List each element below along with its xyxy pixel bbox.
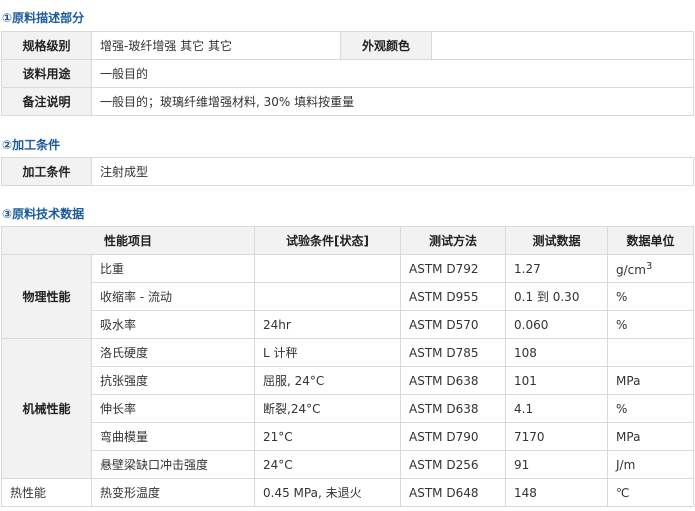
- test-method: ASTM D648: [400, 478, 507, 507]
- table-row: 规格级别 增强-玻纤增强 其它 其它 外观颜色: [1, 31, 694, 60]
- unit-text: ℃: [616, 485, 630, 500]
- test-condition: [254, 254, 402, 283]
- unit: MPa: [607, 366, 695, 395]
- group-label: 物理性能: [1, 254, 92, 339]
- grade-label: 规格级别: [1, 31, 92, 60]
- unit: MPa: [607, 422, 695, 451]
- unit: ℃: [607, 478, 695, 507]
- description-table: 规格级别 增强-玻纤增强 其它 其它 外观颜色 该料用途 一般目的 备注说明 一…: [1, 31, 694, 116]
- unit: %: [607, 310, 695, 339]
- property-name: 比重: [90, 254, 256, 283]
- unit-text: %: [616, 317, 628, 332]
- property-name: 吸水率: [90, 310, 256, 339]
- test-value: 0.060: [505, 310, 609, 339]
- header-item: 性能项目: [0, 226, 256, 255]
- note-value: 一般目的；玻璃纤维增强材料, 30% 填料按重量: [91, 87, 694, 116]
- header-unit: 数据单位: [607, 226, 695, 255]
- test-value: 108: [505, 338, 609, 367]
- technical-data-body: 物理性能 比重 ASTM D792 1.27 g/cm3 收缩率 - 流动 ASTM D95…: [1, 254, 695, 507]
- unit: g/cm3: [607, 254, 695, 283]
- use-value: 一般目的: [91, 59, 694, 88]
- property-name: 收缩率 - 流动: [90, 282, 256, 311]
- unit-text: %: [616, 289, 628, 304]
- property-name: 弯曲模量: [90, 422, 256, 451]
- test-method: ASTM D638: [400, 394, 507, 423]
- test-condition: L 计秤: [254, 338, 402, 367]
- unit-superscript: 3: [645, 260, 653, 272]
- test-method: ASTM D955: [400, 282, 507, 311]
- table-row: 加工条件 注射成型: [1, 157, 694, 186]
- property-name: 洛氏硬度: [90, 338, 256, 367]
- unit: [607, 338, 695, 367]
- test-condition: 屈服, 24°C: [254, 366, 402, 395]
- test-method: ASTM D256: [400, 450, 507, 479]
- grade-value: 增强-玻纤增强 其它 其它: [91, 31, 341, 60]
- test-method: ASTM D785: [400, 338, 507, 367]
- test-condition: 24hr: [254, 310, 402, 339]
- test-condition: [254, 282, 402, 311]
- unit: J/m: [607, 450, 695, 479]
- test-condition: 24°C: [254, 450, 402, 479]
- table-row: 该料用途 一般目的: [1, 59, 694, 88]
- note-label: 备注说明: [1, 87, 92, 116]
- table-row: 悬壁梁缺口冲击强度 24°C ASTM D256 91 J/m: [2, 450, 695, 479]
- test-condition: 0.45 MPa, 未退火: [254, 478, 402, 507]
- unit: %: [607, 282, 695, 311]
- test-method: ASTM D790: [400, 422, 507, 451]
- header-condition: 试验条件[状态]: [254, 226, 402, 255]
- technical-data-table: 性能项目 试验条件[状态] 测试方法 测试数据 数据单位 物理性能 比重 ASTM …: [0, 226, 695, 507]
- unit-text: J/m: [616, 457, 636, 472]
- test-method: ASTM D792: [400, 254, 507, 283]
- unit-text: MPa: [616, 429, 641, 444]
- header-method: 测试方法: [400, 226, 507, 255]
- table-row: 热性能 热变形温度 0.45 MPa, 未退火 ASTM D648 148 ℃: [1, 478, 695, 507]
- test-method: ASTM D570: [400, 310, 507, 339]
- process-value: 注射成型: [91, 157, 694, 186]
- header-value: 测试数据: [505, 226, 609, 255]
- group-label: 机械性能: [1, 338, 92, 479]
- property-name: 悬壁梁缺口冲击强度: [90, 450, 256, 479]
- use-label: 该料用途: [1, 59, 92, 88]
- unit-text: %: [616, 401, 628, 416]
- test-value: 7170: [505, 422, 609, 451]
- test-value: 0.1 到 0.30: [505, 282, 609, 311]
- test-value: 101: [505, 366, 609, 395]
- unit: %: [607, 394, 695, 423]
- test-condition: 断裂,24°C: [254, 394, 402, 423]
- test-value: 1.27: [505, 254, 609, 283]
- process-label: 加工条件: [1, 157, 92, 186]
- color-value: [431, 31, 694, 60]
- property-name: 热变形温度: [90, 478, 256, 507]
- table-row: 机械性能 洛氏硬度 L 计秤 ASTM D785 108: [1, 338, 695, 479]
- table-row: 收缩率 - 流动 ASTM D955 0.1 到 0.30%: [2, 282, 695, 311]
- unit-text: g/cm: [616, 262, 646, 277]
- section-title-technical: ③原料技术数据: [2, 207, 85, 221]
- test-value: 91: [505, 450, 609, 479]
- section-title-processing: ②加工条件: [2, 138, 61, 152]
- property-name: 抗张强度: [90, 366, 256, 395]
- table-row: 抗张强度 屈服, 24°C ASTM D638 101 MPa: [2, 366, 695, 395]
- unit-text: MPa: [616, 373, 641, 388]
- test-condition: 21°C: [254, 422, 402, 451]
- group-label: 热性能: [1, 478, 92, 507]
- table-row: 备注说明 一般目的；玻璃纤维增强材料, 30% 填料按重量: [1, 87, 694, 116]
- processing-table: 加工条件 注射成型: [1, 157, 694, 186]
- table-header-row: 性能项目 试验条件[状态] 测试方法 测试数据 数据单位: [0, 226, 695, 255]
- section-title-description: ①原料描述部分: [2, 11, 85, 25]
- table-row: 吸水率 24hr ASTM D570 0.060%: [2, 310, 695, 339]
- test-value: 4.1: [505, 394, 609, 423]
- table-row: 物理性能 比重 ASTM D792 1.27 g/cm3: [1, 254, 695, 339]
- test-value: 148: [505, 478, 609, 507]
- property-name: 伸长率: [90, 394, 256, 423]
- test-method: ASTM D638: [400, 366, 507, 395]
- table-row: 伸长率 断裂,24°C ASTM D638 4.1%: [2, 394, 695, 423]
- color-label: 外观颜色: [340, 31, 432, 60]
- table-row: 弯曲模量 21°C ASTM D790 7170 MPa: [2, 422, 695, 451]
